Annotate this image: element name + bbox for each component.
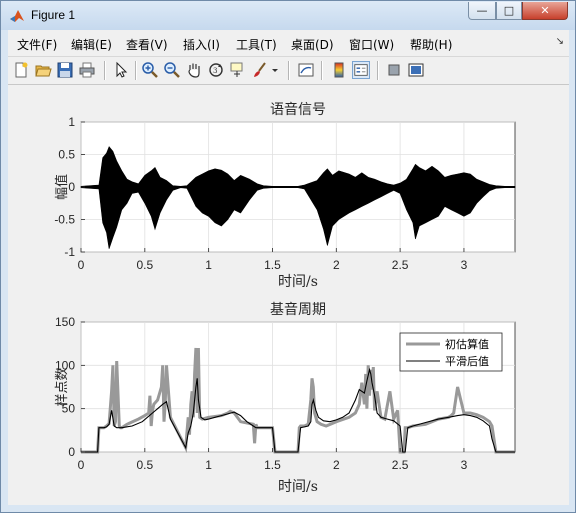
x-tick-label: 3 — [461, 458, 468, 472]
y-tick-label: 0.5 — [58, 148, 75, 162]
brush-icon[interactable] — [251, 61, 269, 79]
x-axis-label: 时间/s — [278, 479, 318, 495]
y-axis-label: 样点数 — [55, 367, 70, 406]
rotate-3d-icon[interactable]: 3 — [207, 61, 225, 79]
matlab-logo-icon — [10, 10, 24, 22]
open-file-icon[interactable] — [34, 61, 52, 79]
y-tick-label: -1 — [64, 245, 75, 259]
figure-toolbar: 3 — [8, 57, 569, 85]
x-tick-label: 2 — [333, 458, 340, 472]
hide-plot-tools-icon[interactable] — [385, 61, 403, 79]
menu-desktop[interactable]: 桌面(D) — [291, 36, 334, 53]
zoom-out-icon[interactable] — [163, 61, 181, 79]
figure-window: Figure 1 — □ ✕ 文件(F) 编辑(E) 查看(V) 插入(I) 工… — [0, 0, 576, 513]
new-figure-icon[interactable] — [12, 61, 30, 79]
x-tick-label: 0.5 — [136, 458, 153, 472]
menu-window[interactable]: 窗口(W) — [349, 36, 394, 53]
x-tick-label: 0 — [78, 258, 85, 272]
figure-plots: 0 0.5 1 1.5 2 2.5 3 -1 -0.5 0 0.5 1 语音信号 幅值 0 0.5 1 1.… — [54, 101, 516, 495]
toolbar-separator — [321, 61, 323, 80]
zoom-in-icon[interactable] — [141, 61, 159, 79]
x-tick-label: 2 — [333, 258, 340, 272]
pointer-icon[interactable] — [112, 61, 130, 79]
y-tick-label: 1 — [68, 115, 75, 129]
colorbar-icon[interactable] — [330, 61, 348, 79]
axes-pitch-period[interactable]: 0 0.5 1 1.5 2 2.5 3050100150 基音周期 时间/s 时间/s 样点… — [55, 274, 516, 495]
data-cursor-icon[interactable] — [229, 61, 247, 79]
chart-title: 基音周期 — [270, 301, 326, 318]
save-icon[interactable] — [56, 61, 74, 79]
y-tick-label: 150 — [55, 315, 75, 329]
toolbar-separator — [377, 61, 379, 80]
menu-view[interactable]: 查看(V) — [126, 36, 168, 53]
x-tick-label: 2.5 — [392, 458, 409, 472]
svg-text:3: 3 — [213, 67, 217, 75]
x-axis-label: 时间/s — [278, 274, 318, 290]
legend[interactable]: 初估算值 平滑后值 — [399, 332, 503, 372]
menu-edit[interactable]: 编辑(E) — [71, 36, 112, 53]
y-tick-label: -0.5 — [54, 213, 75, 227]
brush-dropdown-icon[interactable] — [270, 61, 280, 79]
x-tick-label: 1 — [205, 458, 212, 472]
window-title: Figure 1 — [31, 8, 76, 22]
title-bar[interactable]: Figure 1 — □ ✕ — [1, 1, 575, 30]
minimize-button[interactable]: — — [468, 2, 496, 20]
x-tick-label: 1.5 — [264, 458, 281, 472]
menu-tools[interactable]: 工具(T) — [236, 36, 277, 53]
link-plot-icon[interactable] — [297, 61, 315, 79]
maximize-button[interactable]: □ — [496, 2, 522, 20]
legend-icon[interactable] — [352, 61, 370, 79]
axes-speech-signal[interactable]: 0 0.5 1 1.5 2 2.5 3-1-0.500.51 语音信号 幅值 — [54, 101, 516, 272]
chart-title: 语音信号 — [270, 101, 326, 118]
x-tick-label: 3 — [461, 258, 468, 272]
menu-file[interactable]: 文件(F) — [17, 36, 57, 53]
legend-label-smoothed: 平滑后值 — [445, 355, 489, 368]
menu-insert[interactable]: 插入(I) — [183, 36, 220, 53]
legend-label-initial: 初估算值 — [445, 337, 489, 351]
show-plot-tools-icon[interactable] — [407, 61, 425, 79]
close-button[interactable]: ✕ — [522, 2, 568, 20]
x-tick-label: 1 — [205, 258, 212, 272]
print-icon[interactable] — [78, 61, 96, 79]
x-tick-label: 1.5 — [264, 258, 281, 272]
dock-arrow-icon[interactable]: ↘ — [556, 36, 564, 47]
menu-help[interactable]: 帮助(H) — [410, 36, 452, 53]
figure-canvas: 0 0.5 1 1.5 2 2.5 3 -1 -0.5 0 0.5 1 语音信号 幅值 0 0.5 1 1.… — [8, 85, 569, 505]
toolbar-separator — [135, 61, 137, 80]
menu-bar: 文件(F) 编辑(E) 查看(V) 插入(I) 工具(T) 桌面(D) 窗口(W… — [8, 30, 569, 57]
toolbar-separator — [104, 61, 106, 80]
pan-hand-icon[interactable] — [185, 61, 203, 79]
x-tick-label: 0 — [78, 458, 85, 472]
y-tick-label: 0 — [68, 445, 75, 459]
x-tick-label: 0.5 — [136, 258, 153, 272]
toolbar-separator — [288, 61, 290, 80]
x-tick-label: 2.5 — [392, 258, 409, 272]
y-axis-label: 幅值 — [54, 174, 70, 200]
